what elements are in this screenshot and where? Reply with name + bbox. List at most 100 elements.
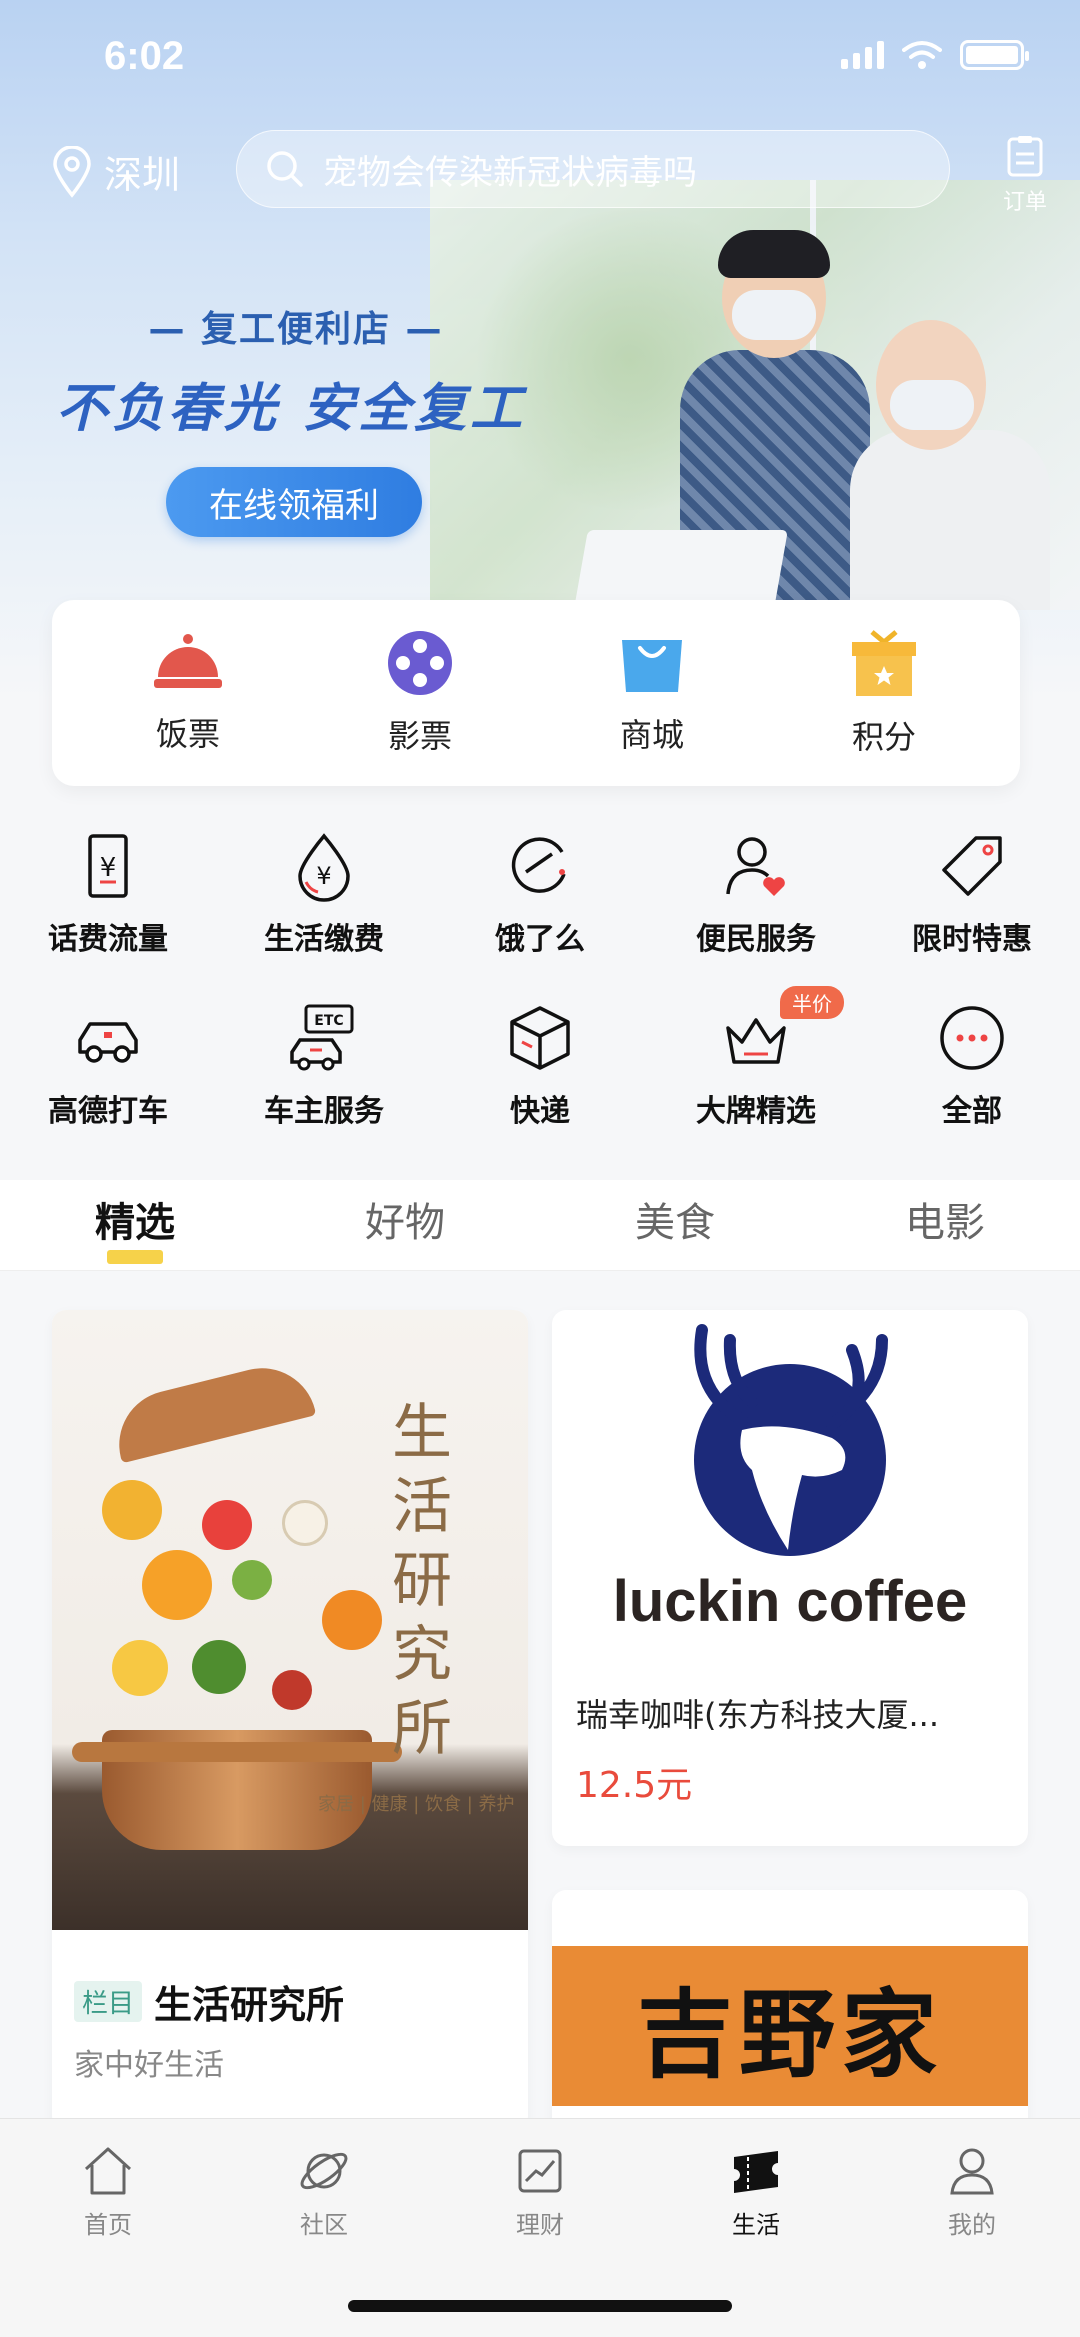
tab-goods[interactable]: 好物	[270, 1180, 540, 1270]
yoshinoya-brand: 吉野家	[637, 1977, 943, 2091]
nav-profile[interactable]: 我的	[864, 2143, 1080, 2240]
quick-item-movie-ticket[interactable]: 影票	[330, 629, 510, 757]
svg-text:¥: ¥	[100, 853, 117, 883]
service-community[interactable]: 便民服务	[648, 820, 864, 992]
hero-banner[interactable]: 6:02 深圳 宠物会传染新冠状病毒吗 订单 — 复工便利店 — 不负春光 安全…	[0, 0, 1080, 700]
content-tabs: 精选 好物 美食 电影	[0, 1180, 1080, 1270]
ticket-icon	[734, 2151, 778, 2193]
location-pin-icon	[53, 145, 91, 198]
planet-icon	[300, 2152, 348, 2190]
community-service-icon	[726, 837, 785, 896]
package-icon	[510, 1006, 570, 1070]
service-utility-payment[interactable]: ¥ 生活缴费	[216, 820, 432, 992]
tab-food[interactable]: 美食	[540, 1180, 810, 1270]
service-label: 便民服务	[696, 922, 816, 957]
nav-label: 生活	[732, 2211, 780, 2239]
service-label: 全部	[942, 1094, 1002, 1129]
banner-cta-button[interactable]: 在线领福利	[166, 467, 422, 537]
city-selector[interactable]: 深圳	[52, 144, 180, 199]
service-brand-picks[interactable]: 半价 大牌精选	[648, 986, 864, 1164]
service-label: 大牌精选	[696, 1094, 816, 1129]
half-price-badge: 半价	[780, 986, 844, 1019]
service-label: 车主服务	[264, 1094, 384, 1129]
banner-promo: — 复工便利店 — 不负春光 安全复工 在线领福利	[56, 300, 556, 537]
nav-label: 理财	[516, 2211, 564, 2239]
search-icon	[267, 151, 303, 187]
life-lab-vertical-text: 生活研究所	[392, 1398, 452, 1764]
nav-life[interactable]: 生活	[648, 2143, 864, 2240]
quick-item-label: 积分	[851, 718, 916, 756]
phone-bill-icon: ¥	[88, 834, 128, 898]
top-bar: 深圳 宠物会传染新冠状病毒吗 订单	[0, 130, 1080, 216]
service-label: 生活缴费	[264, 922, 384, 957]
nav-home[interactable]: 首页	[0, 2143, 216, 2240]
shopping-bag-icon	[622, 640, 682, 692]
quick-item-points[interactable]: 积分	[794, 628, 974, 758]
order-label: 订单	[1002, 190, 1047, 215]
etc-car-icon: ETC	[290, 1004, 354, 1071]
feed-card-life-lab[interactable]: 生活研究所 家居 | 健康 | 饮食 | 养护 栏目 生活研究所 家中好生活	[52, 1310, 528, 2130]
nav-label: 首页	[84, 2211, 132, 2239]
taxi-icon	[78, 1022, 138, 1063]
status-bar: 6:02	[0, 0, 1080, 120]
service-express[interactable]: 快递	[432, 992, 648, 1164]
nav-label: 社区	[300, 2211, 348, 2239]
cloche-icon	[154, 634, 222, 688]
feed-card-luckin[interactable]: luckin coffee 瑞幸咖啡(东方科技大厦... 12.5元	[552, 1310, 1028, 1846]
signal-icon	[841, 41, 884, 69]
feed-card-subtitle: 家中好生活	[74, 2048, 224, 2083]
quick-item-meal-ticket[interactable]: 饭票	[98, 631, 278, 755]
city-label: 深圳	[104, 153, 181, 197]
gift-box-icon	[852, 630, 916, 696]
profile-icon	[950, 2148, 994, 2195]
chart-icon	[518, 2149, 562, 2193]
service-eleme[interactable]: 饿了么	[432, 820, 648, 992]
feed-card-yoshinoya[interactable]: 吉野家	[552, 1890, 1028, 2150]
home-icon	[84, 2147, 132, 2195]
banner-subtitle: — 复工便利店 —	[148, 309, 444, 350]
quick-item-label: 商城	[619, 716, 684, 754]
quick-item-label: 影票	[387, 717, 452, 755]
luckin-logo: luckin coffee	[552, 1310, 1028, 1660]
service-all[interactable]: 全部	[864, 992, 1080, 1164]
search-input[interactable]: 宠物会传染新冠状病毒吗	[236, 130, 950, 208]
service-label: 饿了么	[495, 922, 585, 957]
store-price: 12.5元	[576, 1765, 693, 1806]
yoshinoya-logo: 吉野家	[552, 1946, 1028, 2106]
store-name: 瑞幸咖啡(东方科技大厦...	[576, 1696, 940, 1734]
service-taxi[interactable]: 高德打车	[0, 992, 216, 1164]
feed-card-title: 生活研究所	[154, 1983, 345, 2027]
deer-logo-icon	[694, 1324, 888, 1556]
banner-illustration	[572, 230, 1080, 620]
quick-item-mall[interactable]: 商城	[562, 630, 742, 756]
svg-text:ETC: ETC	[314, 1013, 343, 1029]
utility-payment-icon: ¥	[298, 833, 350, 902]
quick-item-label: 饭票	[155, 715, 220, 753]
services-grid: ¥ 话费流量 ¥ 生活缴费 饿了么 便民服务 限时特惠 高德打车 ETC 车主服…	[0, 820, 1080, 1150]
nav-community[interactable]: 社区	[216, 2143, 432, 2240]
nav-finance[interactable]: 理财	[432, 2143, 648, 2240]
tabs-divider	[0, 1270, 1080, 1271]
life-lab-tagline: 家居 | 健康 | 饮食 | 养护	[318, 1794, 515, 1815]
service-label: 快递	[510, 1094, 570, 1129]
service-limited-deals[interactable]: 限时特惠	[864, 820, 1080, 992]
film-reel-icon	[388, 631, 452, 695]
price-tag-icon	[942, 836, 1002, 896]
tab-movies[interactable]: 电影	[810, 1180, 1080, 1270]
clipboard-icon	[1007, 136, 1043, 177]
order-button[interactable]: 订单	[992, 134, 1058, 216]
quick-entry-card: 饭票 影票 商城 积分	[52, 600, 1020, 786]
life-lab-image: 生活研究所 家居 | 健康 | 饮食 | 养护	[52, 1310, 528, 1930]
service-phone-bill[interactable]: ¥ 话费流量	[0, 820, 216, 992]
more-icon	[940, 1006, 1004, 1070]
eleme-icon	[511, 837, 566, 893]
status-time: 6:02	[104, 34, 185, 78]
service-label: 话费流量	[48, 922, 168, 957]
tab-featured[interactable]: 精选	[0, 1180, 270, 1270]
svg-text:¥: ¥	[316, 862, 331, 890]
battery-icon	[960, 40, 1029, 70]
column-badge: 栏目	[74, 1981, 143, 2022]
luckin-brand: luckin coffee	[612, 1569, 968, 1634]
service-car-owner[interactable]: ETC 车主服务	[216, 992, 432, 1164]
service-label: 限时特惠	[912, 922, 1032, 957]
